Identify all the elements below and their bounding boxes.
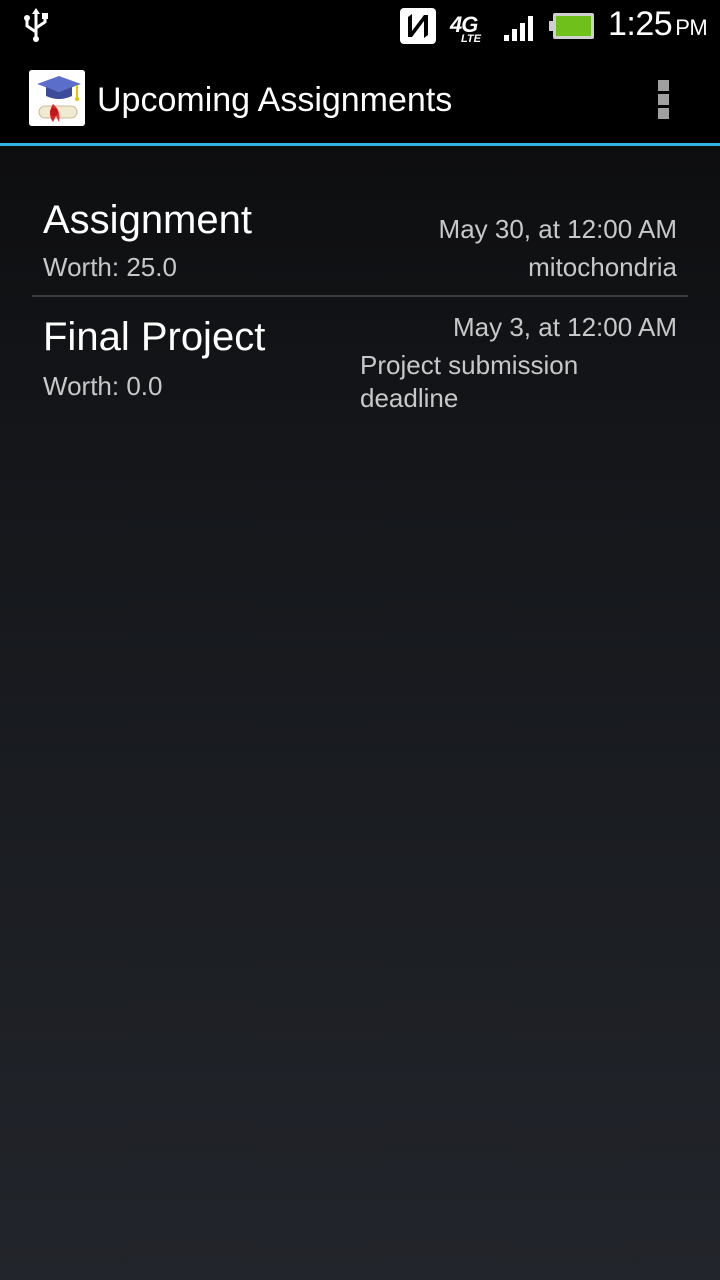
assignment-worth: Worth: 25.0 <box>43 252 177 282</box>
assignment-title: Assignment <box>43 198 252 242</box>
list-item[interactable]: Assignment Worth: 25.0 May 30, at 12:00 … <box>0 146 720 296</box>
assignment-description: mitochondria <box>528 252 677 282</box>
clock-ampm: PM <box>675 15 708 40</box>
assignment-date: May 3, at 12:00 AM <box>452 312 677 342</box>
assignment-date: May 30, at 12:00 AM <box>438 214 677 244</box>
overflow-dot <box>658 80 669 91</box>
signal-icon <box>504 16 533 41</box>
clock-time: 1:25 <box>608 5 673 43</box>
action-bar: Upcoming Assignments <box>0 50 720 146</box>
page-title: Upcoming Assignments <box>97 81 453 119</box>
status-bar: 4G LTE 1:25 PM <box>0 0 720 50</box>
list-item[interactable]: Final Project Worth: 0.0 May 3, at 12:00… <box>0 297 720 427</box>
nfc-icon <box>400 8 436 44</box>
overflow-dot <box>658 94 669 105</box>
graduation-cap-diploma-icon[interactable] <box>29 70 85 126</box>
4g-lte-icon: 4G LTE <box>450 12 490 46</box>
network-subtype-label: LTE <box>461 33 481 45</box>
clock: 1:25 PM <box>608 5 708 44</box>
assignment-worth: Worth: 0.0 <box>43 371 163 401</box>
overflow-menu-icon[interactable] <box>646 76 682 120</box>
assignment-description-line: deadline <box>360 383 459 413</box>
assignment-description-line: Project submission <box>360 350 579 380</box>
battery-icon <box>549 13 594 39</box>
usb-icon <box>24 8 48 42</box>
overflow-dot <box>658 108 669 119</box>
assignment-title: Final Project <box>43 315 266 359</box>
